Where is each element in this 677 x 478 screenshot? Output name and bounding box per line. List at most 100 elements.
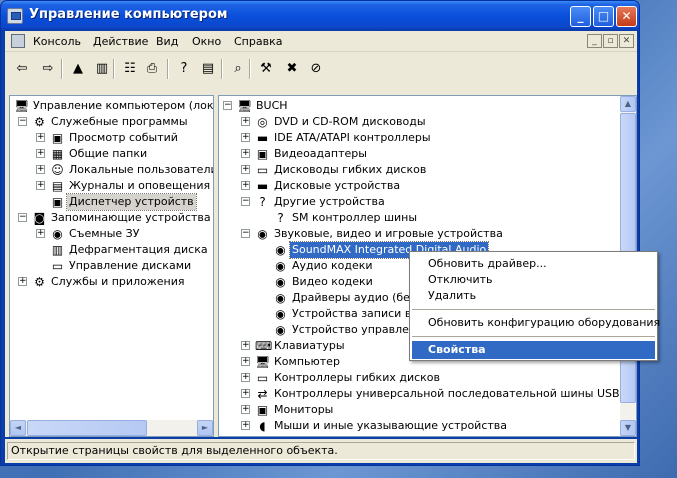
expand-icon[interactable]: +	[241, 341, 250, 350]
tree-item[interactable]: + ⇄ Контроллеры универсальной последовател…	[219, 386, 636, 402]
back-arrow-icon[interactable]: ⇦	[13, 60, 31, 78]
status-text: Открытие страницы свойств для выделенног…	[7, 442, 635, 460]
cdrom-icon: ◎	[257, 115, 268, 129]
sound-device-icon: ◉	[275, 291, 286, 305]
console-tree-pane[interactable]: 🖥 Управление компьютером (локаль − ⚙ Служебн…	[9, 95, 214, 437]
update-driver-icon[interactable]: ⚒	[257, 60, 275, 78]
tree-item[interactable]: + ▣ Просмотр событий	[10, 130, 213, 146]
menu-properties[interactable]: Свойства	[412, 341, 655, 359]
collapse-icon[interactable]: −	[241, 197, 250, 206]
scan-hardware-icon[interactable]: ⌕	[229, 60, 247, 78]
menu-view[interactable]: Вид	[156, 35, 178, 48]
tree-item[interactable]: + ▦ Общие папки	[10, 146, 213, 162]
expand-icon[interactable]: +	[241, 421, 250, 430]
expand-icon[interactable]: +	[36, 165, 45, 174]
menu-uninstall[interactable]: Удалить	[412, 287, 655, 305]
app-icon	[7, 8, 23, 24]
left-horizontal-scrollbar[interactable]: ◄ ►	[10, 420, 213, 436]
services-apps-icon: ⚙	[34, 275, 45, 289]
expand-icon[interactable]: +	[241, 389, 250, 398]
menu-action[interactable]: Действие	[93, 35, 148, 48]
tree-item[interactable]: ▭ Управление дисками	[10, 258, 213, 274]
expand-icon[interactable]: +	[241, 117, 250, 126]
tree-item-label: Видео кодеки	[292, 275, 373, 288]
tree-item[interactable]: + ▬ Дисковые устройства	[219, 178, 636, 194]
tree-item-label: IDE ATA/ATAPI контроллеры	[274, 131, 431, 144]
menu-help[interactable]: Справка	[234, 35, 282, 48]
up-folder-icon[interactable]: ▲	[69, 60, 87, 78]
scroll-up-button[interactable]: ▲	[620, 96, 636, 112]
scroll-down-button[interactable]: ▼	[620, 420, 636, 436]
show-hide-tree-icon[interactable]: ▥	[93, 60, 111, 78]
expand-icon[interactable]: +	[36, 229, 45, 238]
mdi-minimize-button[interactable]: _	[587, 34, 602, 48]
scroll-right-button[interactable]: ►	[197, 420, 213, 436]
tree-item[interactable]: + ◉ Съемные ЗУ	[10, 226, 213, 242]
removable-storage-icon: ◉	[52, 227, 63, 241]
minimize-button[interactable]: _	[570, 6, 591, 27]
scroll-thumb[interactable]	[27, 420, 147, 436]
collapse-icon[interactable]: −	[241, 229, 250, 238]
disable-device-icon[interactable]: ⊘	[307, 60, 325, 78]
tree-item[interactable]: − ⚙ Служебные программы	[10, 114, 213, 130]
tree-item[interactable]: − ◉ Звуковые, видео и игровые устройства	[219, 226, 636, 242]
expand-icon[interactable]: +	[36, 181, 45, 190]
show-hide-action-pane-icon[interactable]: ▤	[199, 60, 217, 78]
uninstall-device-icon[interactable]: ✖	[283, 60, 301, 78]
expand-icon[interactable]: +	[36, 133, 45, 142]
expand-icon[interactable]: +	[241, 149, 250, 158]
tree-item[interactable]: + ▣ Мониторы	[219, 402, 636, 418]
tree-item[interactable]: + ▬ IDE ATA/ATAPI контроллеры	[219, 130, 636, 146]
print-icon[interactable]: ⎙	[143, 60, 161, 78]
local-users-icon: ☺	[51, 163, 64, 177]
tree-item[interactable]: + ▣ Видеоадаптеры	[219, 146, 636, 162]
collapse-icon[interactable]: −	[18, 117, 27, 126]
tree-item[interactable]: + ◖ Мыши и иные указывающие устройства	[219, 418, 636, 434]
tree-item-label: Контроллеры гибких дисков	[274, 371, 441, 384]
menu-window[interactable]: Окно	[192, 35, 221, 48]
mdi-close-button[interactable]: ✕	[619, 34, 634, 48]
menu-console[interactable]: Консоль	[33, 35, 81, 48]
expand-icon[interactable]: +	[241, 165, 250, 174]
expand-icon[interactable]: +	[36, 149, 45, 158]
tree-item[interactable]: −? Другие устройства	[219, 194, 636, 210]
collapse-icon[interactable]: −	[223, 101, 232, 110]
tree-item[interactable]: ▣ Диспетчер устройств	[10, 193, 213, 211]
defragmenter-icon: ▥	[51, 243, 64, 257]
forward-arrow-icon[interactable]: ⇨	[39, 60, 57, 78]
collapse-icon[interactable]: −	[18, 213, 27, 222]
tree-item[interactable]: + ☺ Локальные пользователи	[10, 162, 213, 178]
tree-item[interactable]: + ◎ DVD и CD-ROM дисководы	[219, 114, 636, 130]
unknown-device-icon: ?	[259, 195, 266, 209]
expand-icon[interactable]: +	[241, 405, 250, 414]
scroll-left-button[interactable]: ◄	[10, 420, 26, 436]
tree-item[interactable]: + ▤ Журналы и оповещения пр	[10, 178, 213, 194]
expand-icon[interactable]: +	[18, 277, 27, 286]
toolbar-separator	[221, 59, 223, 79]
tree-item[interactable]: − 🖥 BUCH	[219, 98, 636, 114]
tree-item[interactable]: + ▭ Дисководы гибких дисков	[219, 162, 636, 178]
tree-item[interactable]: − ◙ Запоминающие устройства	[10, 210, 213, 226]
tree-item[interactable]: 🖥 Управление компьютером (локаль	[10, 98, 213, 114]
maximize-button[interactable]: □	[593, 6, 614, 27]
tree-item-label: Диспетчер устройств	[66, 193, 197, 211]
help-icon[interactable]: ?	[175, 60, 193, 78]
expand-icon[interactable]: +	[241, 373, 250, 382]
properties-icon[interactable]: ☷	[121, 60, 139, 78]
expand-icon[interactable]: +	[241, 181, 250, 190]
tree-item-label: Мыши и иные указывающие устройства	[274, 419, 508, 432]
tree-item[interactable]: ? SM контроллер шины	[219, 210, 636, 226]
tree-item[interactable]: + ⚙ Службы и приложения	[10, 274, 213, 290]
mdi-restore-button[interactable]: ▫	[603, 34, 618, 48]
menu-scan-hardware[interactable]: Обновить конфигурацию оборудования	[412, 314, 660, 332]
tree-item[interactable]: + ▭ Контроллеры гибких дисков	[219, 370, 636, 386]
console-icon[interactable]	[11, 34, 25, 48]
tree-item-label: Мониторы	[274, 403, 334, 416]
expand-icon[interactable]: +	[241, 357, 250, 366]
ide-controller-icon: ▬	[256, 131, 269, 145]
expand-icon[interactable]: +	[241, 133, 250, 142]
close-button[interactable]: ✕	[616, 6, 637, 27]
tree-item[interactable]: ▥ Дефрагментация диска	[10, 242, 213, 258]
title-bar[interactable]: Управление компьютером _ □ ✕	[1, 1, 639, 31]
system-tools-icon: ⚙	[34, 115, 45, 129]
